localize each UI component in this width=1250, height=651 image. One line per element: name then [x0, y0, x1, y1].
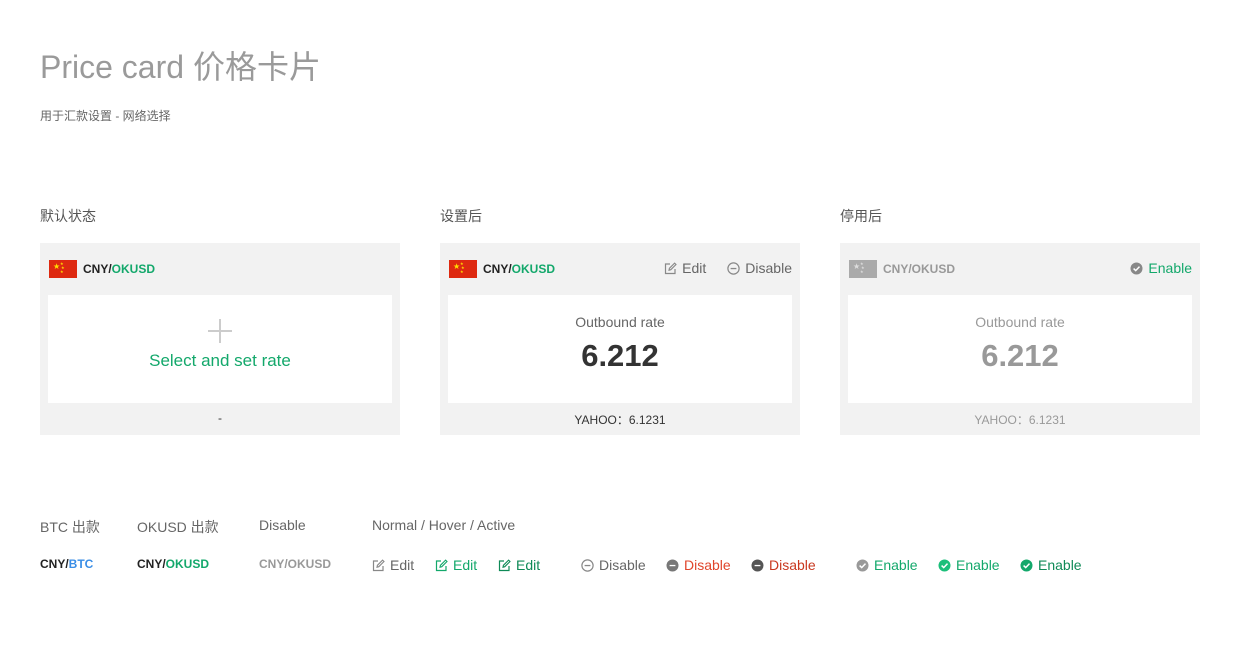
enable-label: Enable: [874, 557, 918, 573]
china-flag-icon: ★ ★ ★ ★: [849, 260, 877, 278]
enable-button[interactable]: Enable: [1130, 260, 1192, 276]
section-label-default: 默认状态: [40, 208, 96, 224]
edit-icon: [372, 558, 385, 572]
page-title: Price card 价格卡片: [40, 49, 321, 85]
check-circle-icon: [938, 559, 951, 572]
edit-label: Edit: [682, 260, 707, 276]
pair-base: CNY/: [40, 557, 69, 571]
rate-label: Outbound rate: [975, 314, 1065, 330]
legend-disable: Disable: [259, 517, 306, 533]
edit-label: Edit: [453, 557, 478, 573]
section-label-disabled: 停用后: [840, 208, 882, 224]
edit-label: Edit: [516, 557, 541, 573]
currency-pair: CNY/OKUSD: [883, 262, 956, 276]
card-actions: Edit Disable: [664, 260, 792, 276]
disable-label: Disable: [599, 557, 646, 573]
enable-label: Enable: [956, 557, 1000, 573]
enable-button-normal[interactable]: Enable: [856, 557, 918, 573]
edit-button-hover[interactable]: Edit: [435, 557, 477, 573]
price-card-default: ★ ★ ★ ★ CNY/OKUSD Select and set rate -: [40, 243, 400, 435]
rate-label: Outbound rate: [575, 314, 665, 330]
price-card-configured: ★ ★ ★ ★ CNY/OKUSD Edit Disable Outbound rat…: [440, 243, 800, 435]
enable-button-hover[interactable]: Enable: [938, 557, 1000, 573]
edit-button[interactable]: Edit: [664, 260, 706, 276]
disable-label: Disable: [684, 557, 731, 573]
currency-pair: CNY/OKUSD: [483, 262, 555, 276]
card-header: ★ ★ ★ ★ CNY/OKUSD: [849, 260, 955, 278]
pair-quote: OKUSD: [511, 262, 556, 276]
legend-states: Normal / Hover / Active: [372, 517, 516, 533]
legend-okusd-out: OKUSD 出款: [137, 519, 219, 535]
check-circle-icon: [1130, 262, 1143, 275]
china-flag-icon: ★ ★ ★ ★: [49, 260, 77, 278]
enable-label: Enable: [1038, 557, 1082, 573]
edit-icon: [664, 261, 677, 275]
enable-button-active[interactable]: Enable: [1020, 557, 1082, 573]
edit-icon: [435, 558, 448, 572]
select-rate-area[interactable]: Select and set rate: [48, 295, 392, 403]
sample-pair-disabled: CNY/OKUSD: [259, 557, 332, 571]
disable-label: Disable: [769, 557, 816, 573]
check-circle-icon: [856, 559, 869, 572]
edit-icon: [498, 558, 511, 572]
card-footer: -: [218, 411, 222, 425]
card-actions: Enable: [1130, 260, 1192, 276]
disable-button-normal[interactable]: Disable: [581, 557, 646, 573]
sample-pair-okusd: CNY/OKUSD: [137, 557, 209, 571]
card-header: ★ ★ ★ ★ CNY/OKUSD: [49, 260, 155, 278]
select-rate-link[interactable]: Select and set rate: [48, 351, 392, 371]
pair-base: CNY/: [137, 557, 166, 571]
disable-button-hover[interactable]: Disable: [666, 557, 731, 573]
rate-panel: Outbound rate 6.212: [848, 295, 1192, 403]
edit-button-normal[interactable]: Edit: [372, 557, 414, 573]
edit-label: Edit: [390, 557, 415, 573]
minus-circle-icon: [666, 559, 679, 572]
china-flag-icon: ★ ★ ★ ★: [449, 260, 477, 278]
enable-label: Enable: [1148, 260, 1192, 276]
pair-base: CNY/: [83, 262, 112, 276]
price-card-disabled: ★ ★ ★ ★ CNY/OKUSD Enable Outbound rate 6.21…: [840, 243, 1200, 435]
card-header: ★ ★ ★ ★ CNY/OKUSD: [449, 260, 555, 278]
pair-quote: BTC: [68, 557, 94, 571]
page-subtitle: 用于汇款设置 - 网络选择: [40, 109, 171, 123]
disable-label: Disable: [745, 260, 792, 276]
edit-button-active[interactable]: Edit: [498, 557, 540, 573]
pair-quote: OKUSD: [111, 262, 156, 276]
section-label-configured: 设置后: [440, 208, 482, 224]
check-circle-icon: [1020, 559, 1033, 572]
pair-base: CNY/: [483, 262, 512, 276]
minus-circle-icon: [727, 261, 740, 275]
rate-value: 6.212: [581, 338, 659, 373]
rate-panel: Outbound rate 6.212: [448, 295, 792, 403]
card-footer: YAHOO：6.1231: [574, 413, 666, 427]
rate-value: 6.212: [981, 338, 1059, 373]
disable-button[interactable]: Disable: [727, 260, 792, 276]
plus-icon: [208, 319, 232, 343]
legend-btc-out: BTC 出款: [40, 519, 100, 535]
currency-pair: CNY/OKUSD: [83, 262, 155, 276]
minus-circle-icon: [751, 559, 764, 572]
minus-circle-icon: [581, 558, 594, 572]
sample-pair-btc: CNY/BTC: [40, 557, 93, 571]
pair-quote: OKUSD: [165, 557, 210, 571]
card-footer: YAHOO：6.1231: [974, 413, 1066, 427]
disable-button-active[interactable]: Disable: [751, 557, 816, 573]
